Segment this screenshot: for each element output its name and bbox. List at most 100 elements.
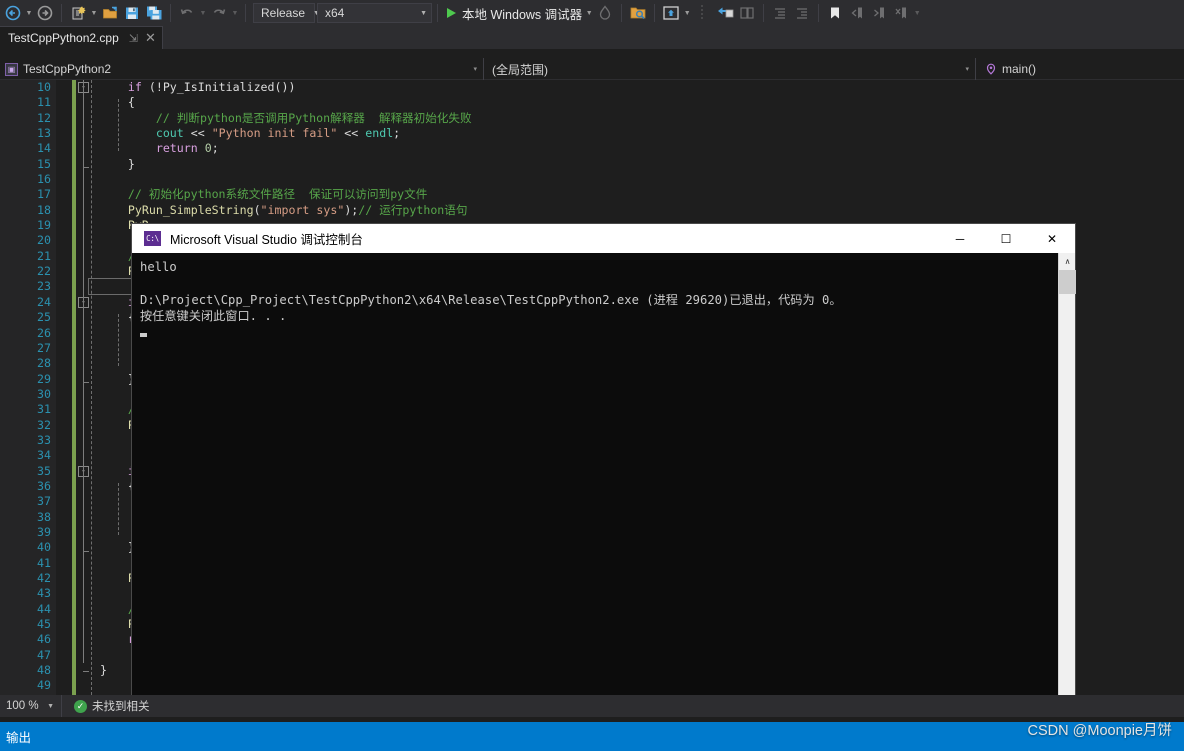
- line-number: 16: [37, 172, 51, 187]
- maximize-icon[interactable]: ☐: [983, 224, 1029, 253]
- pin-icon[interactable]: ⇲: [129, 32, 138, 45]
- line-number: 38: [37, 509, 51, 524]
- code-line[interactable]: 10- if (!Py_IsInitialized()): [0, 80, 1184, 95]
- properties-window-icon[interactable]: [714, 2, 736, 24]
- code-line[interactable]: 16: [0, 172, 1184, 187]
- code-text: // 判断python是否调用Python解释器 解释器初始化失败: [155, 110, 472, 125]
- open-file-icon[interactable]: [99, 2, 121, 24]
- toggle-bookmark-icon[interactable]: [824, 2, 846, 24]
- redo-icon[interactable]: [208, 2, 230, 24]
- editor-status-bar: 100 % ▼ ✓ 未找到相关: [0, 695, 1184, 717]
- code-line[interactable]: 14 return 0;: [0, 141, 1184, 156]
- line-number: 10: [37, 80, 51, 94]
- code-text: }: [100, 371, 135, 386]
- toolbar-separator-4: [437, 4, 438, 22]
- line-number: 24: [37, 294, 51, 309]
- close-icon[interactable]: ✕: [145, 30, 156, 46]
- save-icon[interactable]: [121, 2, 143, 24]
- console-cursor: [140, 333, 147, 338]
- code-text: if (!Py_IsInitialized()): [127, 80, 296, 94]
- scrollbar-thumb[interactable]: [1059, 270, 1076, 294]
- intellisense-status-text: 未找到相关: [92, 701, 150, 713]
- scope-name: (全局范围): [492, 62, 548, 77]
- navigate-back-dropdown-icon[interactable]: ▼: [24, 2, 34, 24]
- code-line[interactable]: 17 // 初始化python系统文件路径 保证可以访问到py文件: [0, 187, 1184, 202]
- start-debugging-label: 本地 Windows 调试器: [462, 7, 583, 22]
- debug-console-window[interactable]: C:\ Microsoft Visual Studio 调试控制台 ─ ☐ ✕ …: [132, 224, 1076, 715]
- start-debugging-dropdown-icon[interactable]: ▼: [584, 2, 594, 24]
- solution-explorer-search-icon[interactable]: [627, 2, 649, 24]
- fold-region-line-outer: [83, 80, 84, 664]
- console-title-bar[interactable]: C:\ Microsoft Visual Studio 调试控制台 ─ ☐ ✕: [132, 224, 1075, 253]
- platform-combobox[interactable]: x64 ▼: [317, 3, 432, 23]
- line-number: 27: [37, 340, 51, 355]
- line-number: 49: [37, 678, 51, 693]
- new-project-icon[interactable]: [67, 2, 89, 24]
- code-text: PyRun_SimpleString("import sys");// 运行py…: [127, 202, 468, 217]
- chevron-down-icon[interactable]: ▾: [473, 58, 477, 80]
- close-icon[interactable]: ✕: [1029, 224, 1075, 253]
- decrease-indent-icon[interactable]: [769, 2, 791, 24]
- output-panel-bar[interactable]: 输出: [0, 722, 1184, 751]
- next-bookmark-icon[interactable]: [868, 2, 890, 24]
- console-line: D:\Project\Cpp_Project\TestCppPython2\x6…: [140, 292, 842, 307]
- play-icon: [447, 8, 456, 18]
- toolbar-overflow-icon[interactable]: ▼: [912, 2, 922, 24]
- code-line[interactable]: 15 }: [0, 157, 1184, 172]
- minimize-icon[interactable]: ─: [937, 224, 983, 253]
- code-line[interactable]: 13 cout << "Python init fail" << endl;: [0, 126, 1184, 141]
- line-number: 48: [37, 663, 51, 678]
- toolbar-separator-7: [763, 4, 765, 22]
- clear-bookmarks-icon[interactable]: [890, 2, 912, 24]
- line-number: 20: [37, 233, 51, 248]
- intellisense-status: ✓ 未找到相关: [62, 698, 150, 714]
- undo-dropdown-icon[interactable]: ▼: [198, 2, 208, 24]
- code-line[interactable]: 12 // 判断python是否调用Python解释器 解释器初始化失败: [0, 111, 1184, 126]
- line-number: 40: [37, 540, 51, 555]
- navigate-back-icon[interactable]: [2, 2, 24, 24]
- line-number: 28: [37, 356, 51, 371]
- save-all-icon[interactable]: [143, 2, 165, 24]
- toolbar-separator-2: [170, 4, 171, 22]
- console-output[interactable]: hello D:\Project\Cpp_Project\TestCppPyth…: [132, 253, 1075, 715]
- fold-region-end-outer: [83, 671, 89, 673]
- chevron-down-icon[interactable]: ▾: [965, 58, 969, 80]
- scroll-up-icon[interactable]: ∧: [1059, 253, 1076, 270]
- zoom-level-combobox[interactable]: 100 % ▼: [0, 695, 62, 717]
- zoom-level-value: 100 %: [6, 700, 39, 712]
- method-icon: [984, 63, 997, 76]
- redo-dropdown-icon[interactable]: ▼: [230, 2, 240, 24]
- toolbox-icon[interactable]: [736, 2, 758, 24]
- new-project-dropdown-icon[interactable]: ▼: [89, 2, 99, 24]
- code-line[interactable]: 11 {: [0, 95, 1184, 110]
- code-text: // 初始化python系统文件路径 保证可以访问到py文件: [127, 187, 428, 202]
- cpp-project-icon: ▣: [5, 62, 18, 76]
- code-text: }: [100, 663, 107, 678]
- navigate-forward-icon[interactable]: [34, 2, 56, 24]
- output-panel-label: 输出: [6, 731, 32, 745]
- tab-testcpppython2-cpp[interactable]: TestCppPython2.cpp ⇲ ✕: [0, 26, 163, 49]
- code-line[interactable]: 18 PyRun_SimpleString("import sys");// 运…: [0, 203, 1184, 218]
- line-number: 18: [37, 202, 51, 217]
- chevron-down-icon[interactable]: ▼: [47, 703, 54, 710]
- start-debugging-button[interactable]: 本地 Windows 调试器: [443, 2, 584, 24]
- increase-indent-icon[interactable]: [791, 2, 813, 24]
- preview-selected-items-icon[interactable]: [660, 2, 682, 24]
- configuration-combobox[interactable]: Release ▼: [253, 3, 320, 23]
- vs-main-window: ▼ ▼ ▼ ▼ Release x64 ▼ 本地 Windows 调试器 ▼ ▼…: [0, 0, 1184, 751]
- preview-dropdown-icon[interactable]: ▼: [682, 2, 692, 24]
- console-line: hello: [140, 260, 177, 274]
- main-toolbar: ▼ ▼ ▼ ▼ Release x64 ▼ 本地 Windows 调试器 ▼ ▼…: [0, 0, 1184, 26]
- scope-selector[interactable]: (全局范围) ▾: [484, 58, 976, 80]
- line-number: 42: [37, 571, 51, 585]
- project-selector[interactable]: ▣ TestCppPython2 ▾: [0, 58, 484, 80]
- undo-icon[interactable]: [176, 2, 198, 24]
- tab-label: TestCppPython2.cpp: [8, 31, 119, 45]
- configuration-value: Release: [261, 6, 306, 20]
- console-scrollbar[interactable]: ∧ ∨: [1058, 253, 1076, 715]
- line-number: 33: [37, 432, 51, 447]
- hot-reload-icon[interactable]: [594, 2, 616, 24]
- previous-bookmark-icon[interactable]: [846, 2, 868, 24]
- member-selector[interactable]: main(): [976, 58, 1184, 80]
- code-text: }: [100, 156, 135, 171]
